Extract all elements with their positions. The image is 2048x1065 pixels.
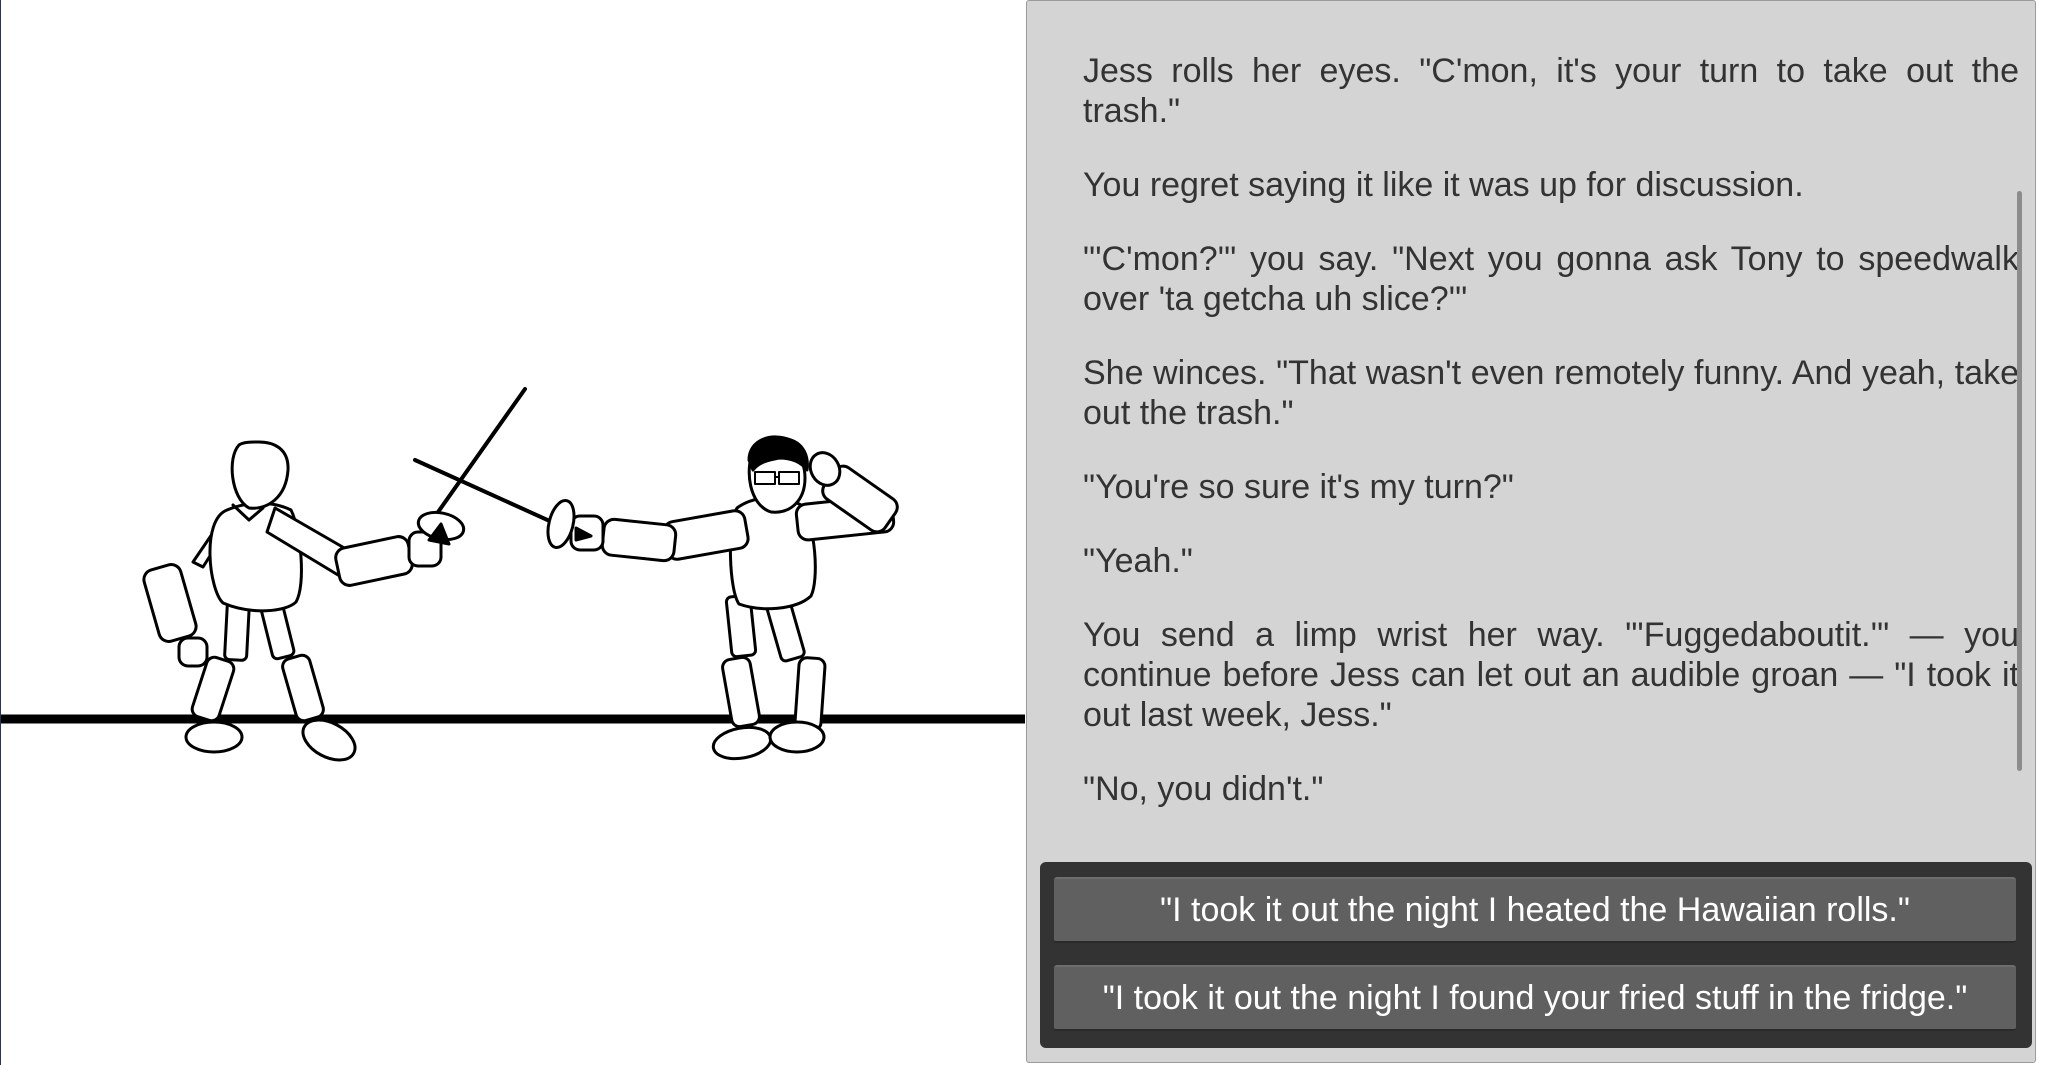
story-paragraph: She winces. "That wasn't even remotely f… — [1083, 354, 2019, 432]
story-paragraph: You regret saying it like it was up for … — [1083, 166, 1804, 204]
story-paragraph: "'C'mon?'" you say. "Next you gonna ask … — [1083, 240, 2019, 318]
fencers-drawing — [1, 387, 1025, 762]
choice-button-fried-stuff[interactable]: "I took it out the night I found your fr… — [1054, 965, 2016, 1031]
choice-button-hawaiian-rolls[interactable]: "I took it out the night I heated the Ha… — [1054, 877, 2016, 943]
story-paragraph: "You're so sure it's my turn?" — [1083, 468, 1514, 506]
left-fencer — [142, 387, 527, 762]
scene-illustration — [0, 0, 1025, 1065]
story-scrollbar[interactable] — [2017, 191, 2022, 771]
story-paragraph: "No, you didn't." — [1083, 770, 1324, 808]
story-paragraph: "Yeah." — [1083, 542, 1193, 580]
choices-box: "I took it out the night I heated the Ha… — [1040, 862, 2032, 1048]
story-paragraph: You send a limp wrist her way. "'Fuggeda… — [1083, 616, 2019, 734]
story-text: Jess rolls her eyes. "C'mon, it's your t… — [1083, 51, 2019, 809]
right-fencer — [413, 435, 899, 761]
dialogue-panel: Jess rolls her eyes. "C'mon, it's your t… — [1026, 0, 2036, 1063]
story-paragraph: Jess rolls her eyes. "C'mon, it's your t… — [1083, 52, 2019, 130]
